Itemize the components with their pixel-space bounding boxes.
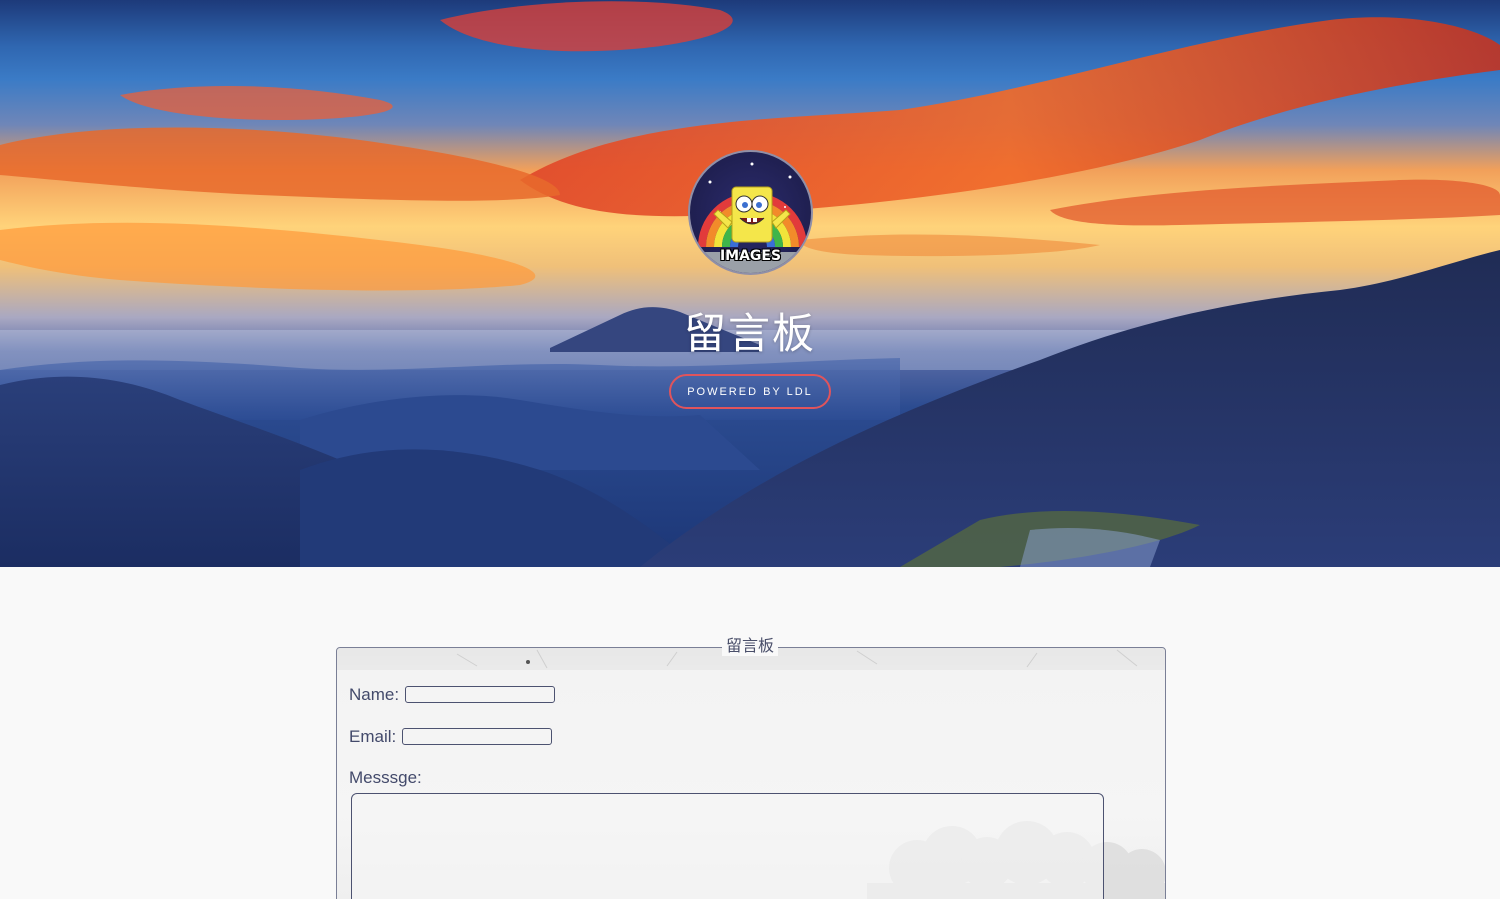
powered-by-button[interactable]: POWERED BY LDL (669, 374, 831, 409)
avatar: IMAGES (688, 150, 813, 275)
message-textarea[interactable] (351, 793, 1104, 899)
name-input[interactable] (405, 686, 555, 703)
landscape-background (0, 1, 1500, 567)
email-label: Email: (349, 727, 397, 746)
avatar-caption: IMAGES (719, 248, 782, 264)
hero-title: 留言板 (683, 309, 816, 358)
form-legend: 留言板 (722, 636, 779, 656)
email-input[interactable] (402, 728, 552, 745)
message-label: Messsge: (349, 768, 422, 787)
name-label: Name: (349, 685, 400, 704)
hero-banner: IMAGES 留言板 POWERED BY LDL (0, 0, 1500, 567)
